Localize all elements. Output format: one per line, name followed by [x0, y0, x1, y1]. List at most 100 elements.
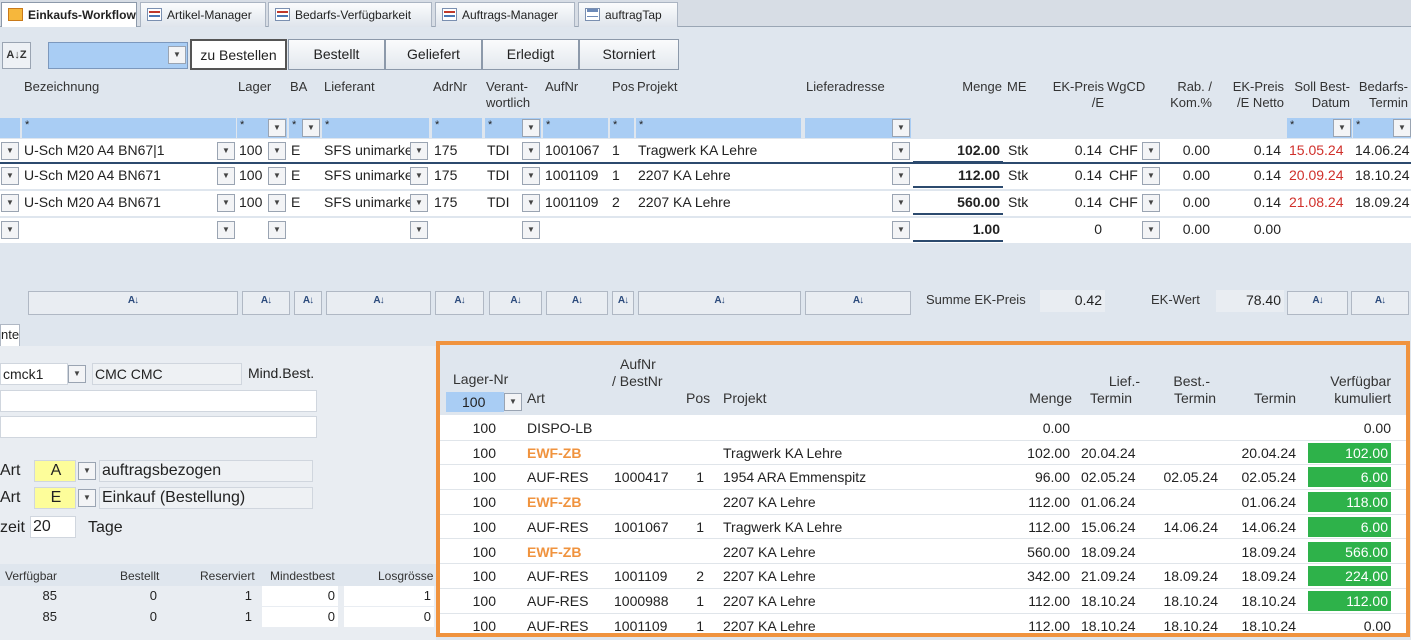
panel-row[interactable]: 100 EWF-ZB 2207 KA Lehre 112.00 01.06.24 01.0… — [440, 490, 1406, 515]
tab-auftragtap[interactable]: auftragTap — [578, 2, 678, 27]
filter-pos[interactable]: * — [610, 118, 634, 138]
panel-row[interactable]: 100 AUF-RES 1001109 2 2207 KA Lehre 342.00 21.… — [440, 564, 1406, 589]
sort-pos-button[interactable] — [612, 291, 634, 315]
menge-field[interactable]: 112.00 — [913, 164, 1003, 188]
art1-code-field[interactable]: A — [34, 460, 76, 482]
order-row[interactable]: U-Sch M20 A4 BN67|1100ESFS unimarke175TD… — [0, 139, 1411, 164]
artikel-code-field[interactable]: cmck1 — [0, 363, 68, 385]
detail-field-2[interactable] — [0, 416, 317, 438]
chevron-down-icon[interactable] — [1393, 119, 1411, 137]
chevron-down-icon[interactable] — [410, 194, 428, 212]
panel-row[interactable]: 100 AUF-RES 1001067 1 Tragwerk KA Lehre 112.0… — [440, 515, 1406, 540]
status-bestellt-button[interactable]: Bestellt — [288, 39, 385, 70]
menge-field[interactable]: 560.00 — [913, 191, 1003, 215]
order-row[interactable]: 1.00 0 0.00 0.00 — [0, 218, 1411, 243]
status-storniert-button[interactable]: Storniert — [579, 39, 679, 70]
chevron-down-icon[interactable] — [892, 119, 910, 137]
chevron-down-icon[interactable] — [1, 221, 19, 239]
subform-tab[interactable]: nte — [0, 324, 20, 346]
sort-ba-button[interactable] — [294, 291, 322, 315]
chevron-down-icon[interactable] — [78, 462, 96, 480]
chevron-down-icon[interactable] — [217, 221, 235, 239]
chevron-down-icon[interactable] — [1333, 119, 1351, 137]
sort-projekt-button[interactable] — [638, 291, 801, 315]
panel-row[interactable]: 100 AUF-RES 1000988 1 2207 KA Lehre 112.00 18.… — [440, 589, 1406, 614]
sort-bedarfs-termin-button[interactable] — [1351, 291, 1409, 315]
chevron-down-icon[interactable] — [1142, 142, 1160, 160]
chevron-down-icon[interactable] — [1142, 221, 1160, 239]
sort-lieferadresse-button[interactable] — [805, 291, 911, 315]
chevron-down-icon[interactable] — [1, 167, 19, 185]
chevron-down-icon[interactable] — [410, 167, 428, 185]
detail-field-1[interactable] — [0, 390, 317, 412]
chevron-down-icon[interactable] — [522, 119, 540, 137]
chevron-down-icon[interactable] — [892, 142, 910, 160]
sort-az-button[interactable]: A↓Z — [2, 42, 31, 69]
filter-lieferant[interactable]: * — [322, 118, 429, 138]
chevron-down-icon[interactable] — [217, 194, 235, 212]
chevron-down-icon[interactable] — [268, 119, 286, 137]
chevron-down-icon[interactable] — [268, 167, 286, 185]
panel-row[interactable]: 100 EWF-ZB Tragwerk KA Lehre 102.00 20.04.24… — [440, 441, 1406, 466]
stock-cell-losgroesse[interactable]: 0 — [344, 607, 434, 627]
tab-bedarfs-verfuegbarkeit[interactable]: Bedarfs-Verfügbarkeit — [268, 2, 432, 27]
art2-code-field[interactable]: E — [34, 487, 76, 509]
chevron-down-icon[interactable] — [217, 167, 235, 185]
ek-preis-field[interactable]: 0 — [1040, 218, 1105, 242]
chevron-down-icon[interactable] — [410, 221, 428, 239]
stock-cell-mindestbest[interactable]: 0 — [262, 607, 338, 627]
order-row[interactable]: U-Sch M20 A4 BN671100ESFS unimarke175TDI… — [0, 191, 1411, 216]
chevron-down-icon[interactable] — [522, 167, 540, 185]
chevron-down-icon[interactable] — [504, 393, 522, 411]
filter-adrnr[interactable]: * — [432, 118, 482, 138]
chevron-down-icon[interactable] — [168, 46, 186, 64]
status-geliefert-button[interactable]: Geliefert — [385, 39, 482, 70]
chevron-down-icon[interactable] — [522, 221, 540, 239]
order-row[interactable]: U-Sch M20 A4 BN671100ESFS unimarke175TDI… — [0, 164, 1411, 189]
panel-row[interactable]: 100 AUF-RES 1000417 1 1954 ARA Emmenspitz 96.… — [440, 465, 1406, 491]
filter-aufnr[interactable]: * — [543, 118, 608, 138]
chevron-down-icon[interactable] — [892, 221, 910, 239]
sort-lieferant-button[interactable] — [326, 291, 431, 315]
sort-aufnr-button[interactable] — [546, 291, 608, 315]
lager-filter-field[interactable]: 100 — [446, 392, 504, 412]
chevron-down-icon[interactable] — [1, 142, 19, 160]
sort-bezeichnung-button[interactable] — [28, 291, 238, 315]
chevron-down-icon[interactable] — [217, 142, 235, 160]
chevron-down-icon[interactable] — [302, 119, 320, 137]
chevron-down-icon[interactable] — [522, 194, 540, 212]
rabatt-field[interactable]: 0.00 — [1163, 139, 1213, 163]
rabatt-field[interactable]: 0.00 — [1163, 218, 1213, 242]
menge-field[interactable]: 102.00 — [913, 139, 1003, 163]
panel-row[interactable]: 100 DISPO-LB 0.00 0.00 — [440, 416, 1406, 441]
sort-lager-button[interactable] — [242, 291, 290, 315]
status-zu-bestellen-button[interactable]: zu Bestellen — [190, 39, 287, 70]
menge-field[interactable]: 1.00 — [913, 218, 1003, 242]
chevron-down-icon[interactable] — [268, 221, 286, 239]
bezeichnung-field[interactable] — [22, 218, 236, 242]
chevron-down-icon[interactable] — [1142, 194, 1160, 212]
chevron-down-icon[interactable] — [1, 194, 19, 212]
panel-row[interactable]: 100 EWF-ZB 2207 KA Lehre 560.00 18.09.24 18.0… — [440, 540, 1406, 565]
ek-preis-field[interactable]: 0.14 — [1040, 164, 1105, 188]
tab-artikel-manager[interactable]: Artikel-Manager — [140, 2, 266, 27]
filter-projekt[interactable]: * — [636, 118, 801, 138]
bezeichnung-field[interactable]: U-Sch M20 A4 BN671 — [22, 191, 236, 215]
chevron-down-icon[interactable] — [268, 194, 286, 212]
chevron-down-icon[interactable] — [892, 194, 910, 212]
stock-cell-losgroesse[interactable]: 1 — [344, 586, 434, 606]
zeit-value-field[interactable]: 20 — [30, 516, 76, 538]
chevron-down-icon[interactable] — [78, 489, 96, 507]
sort-soll-best-button[interactable] — [1287, 291, 1348, 315]
rabatt-field[interactable]: 0.00 — [1163, 164, 1213, 188]
chevron-down-icon[interactable] — [268, 142, 286, 160]
filter-bezeichnung[interactable]: * — [22, 118, 236, 138]
stock-cell-mindestbest[interactable]: 0 — [262, 586, 338, 606]
tab-einkaufs-workflow[interactable]: Einkaufs-Workflow — [1, 2, 137, 27]
sort-verantwortlich-button[interactable] — [489, 291, 542, 315]
chevron-down-icon[interactable] — [68, 365, 86, 383]
ek-preis-field[interactable]: 0.14 — [1040, 191, 1105, 215]
rabatt-field[interactable]: 0.00 — [1163, 191, 1213, 215]
bezeichnung-field[interactable]: U-Sch M20 A4 BN671 — [22, 164, 236, 188]
bezeichnung-field[interactable]: U-Sch M20 A4 BN67|1 — [22, 139, 236, 163]
